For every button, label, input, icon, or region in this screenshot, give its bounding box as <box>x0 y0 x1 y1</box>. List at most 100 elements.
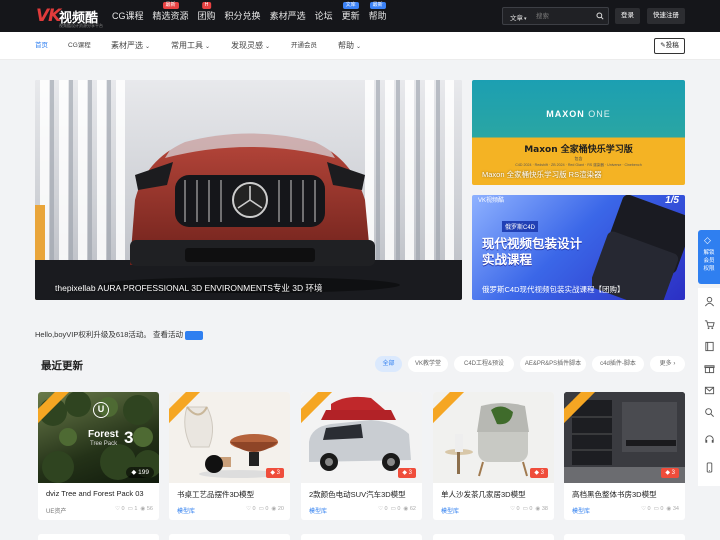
nav-item-points[interactable]: 积分兑换 <box>225 0 261 32</box>
nav-item-updates[interactable]: 更新 文库 <box>342 0 360 32</box>
thumb-subtitle: Tree Pack <box>90 441 118 447</box>
maxon-license-title: Maxon 全家桶快乐学习版 <box>524 145 633 155</box>
card-category[interactable]: UE资产 <box>46 506 66 515</box>
chevron-down-icon: ⌄ <box>356 44 362 50</box>
resource-card-peek <box>301 534 422 540</box>
nav-item-forum[interactable]: 论坛 <box>315 0 333 32</box>
eye-icon: ◉ <box>140 506 146 512</box>
card-title[interactable]: 高档黑色整体书房3D模型 <box>572 489 657 500</box>
card-stats: ♡ 0 ▭ 1 ◉ 56 <box>115 506 153 512</box>
subnav-home[interactable]: 首页 <box>35 32 48 60</box>
search-rail-icon[interactable] <box>704 407 715 418</box>
subnav-vip[interactable]: 开通会员 <box>291 32 317 60</box>
nav-badge: 最新 <box>162 2 179 9</box>
diamond-icon: ◆ <box>131 469 137 476</box>
resource-card[interactable]: ◆ 3 高档黑色整体书房3D模型 模型库 ♡ 0 ▭ 0 ◉ 34 <box>564 392 685 520</box>
resource-card[interactable]: ◆ 3 单人沙发茶几家居3D模型 模型库 ♡ 0 ▭ 0 ◉ 38 <box>433 392 554 520</box>
heart-icon: ♡ <box>115 506 121 512</box>
sub-nav: 首页 CG课程 素材严选 ⌄ 常用工具 ⌄ 发现灵感 ⌄ 开通会员 帮助 ⌄ <box>0 32 720 60</box>
thumb-title: Forest <box>88 429 119 440</box>
user-icon[interactable] <box>704 296 715 307</box>
tab-c4d-plugins[interactable]: c4d插件-脚本 <box>592 356 644 372</box>
subnav-help[interactable]: 帮助 ⌄ <box>338 32 361 61</box>
logo-subtitle: 视频酷设计资源分享平台 <box>59 23 103 28</box>
hero-car-image <box>35 80 462 300</box>
card-title[interactable]: 2款颜色电动SUV汽车3D模型 <box>309 489 406 500</box>
comment-icon: ▭ <box>127 506 133 512</box>
card-title[interactable]: 书桌工艺品摆件3D模型 <box>177 489 254 500</box>
banner-c4d-course[interactable]: VK视频酷 1/5 俄罗斯C4D 现代视频包装设计 实战课程 俄罗斯C4D现代视… <box>472 195 685 300</box>
hero-slide[interactable]: thepixellab AURA PROFESSIONAL 3D ENVIRON… <box>35 80 462 300</box>
card-title[interactable]: 单人沙发茶几家居3D模型 <box>441 489 526 500</box>
comment-icon: ▭ <box>522 506 528 512</box>
diamond-icon: ◇ <box>704 235 711 245</box>
comment-icon: ▭ <box>258 506 264 512</box>
heart-icon: ♡ <box>378 506 384 512</box>
vip-unlock-button[interactable]: ◇ 解锁会员权限 <box>698 230 720 284</box>
tab-all[interactable]: 全部 <box>375 356 402 372</box>
price-badge: ◆ 3 <box>530 468 548 478</box>
comment-icon: ▭ <box>653 506 659 512</box>
eye-icon: ◉ <box>535 506 541 512</box>
nav-item-resources[interactable]: 精选资源 最新 <box>153 0 189 32</box>
resource-card[interactable]: U Forest Tree Pack 3 ◆ 199 dviz Tree and… <box>38 392 159 520</box>
section-title: 最近更新 <box>41 360 83 372</box>
search-input[interactable] <box>536 11 591 22</box>
cart-icon[interactable] <box>704 319 715 330</box>
tab-ae-plugins[interactable]: AE&PR&PS插件脚本 <box>520 356 586 372</box>
heart-icon: ♡ <box>246 506 252 512</box>
card-category[interactable]: 模型库 <box>309 506 327 515</box>
card-thumbnail: ◆ 3 <box>564 392 685 483</box>
maxon-include-list: C4D 2024 · Redshift · ZB 2024 · Red Gian… <box>515 163 642 167</box>
card-stats: ♡ 0 ▭ 0 ◉ 34 <box>641 506 679 512</box>
search-scope-select[interactable]: 文章 <box>510 12 527 22</box>
tab-more[interactable]: 更多 › <box>650 356 685 372</box>
hero-caption: thepixellab AURA PROFESSIONAL 3D ENVIRON… <box>55 283 323 293</box>
chevron-down-icon: ⌄ <box>205 44 211 50</box>
nav-item-selected[interactable]: 素材严选 <box>270 0 306 32</box>
resource-card[interactable]: ◆ 3 2款颜色电动SUV汽车3D模型 模型库 ♡ 0 ▭ 0 ◉ 62 <box>301 392 422 520</box>
resource-card-peek <box>38 534 159 540</box>
notice-bar: Hello,boyVIP权利升级及618活动。 查看活动 <box>35 329 203 340</box>
contribute-button[interactable]: ✎投稿 <box>654 38 685 54</box>
tab-vk-class[interactable]: VK教学堂 <box>408 356 448 372</box>
card-category[interactable]: 模型库 <box>441 506 459 515</box>
subnav-selected[interactable]: 素材严选 ⌄ <box>111 32 150 61</box>
subnav-tools[interactable]: 常用工具 ⌄ <box>171 32 210 61</box>
search-icon[interactable] <box>596 12 604 20</box>
headset-icon[interactable] <box>704 434 715 445</box>
nav-item-group-buy[interactable]: 团购 H <box>198 0 216 32</box>
resource-card[interactable]: ◆ 3 书桌工艺品摆件3D模型 模型库 ♡ 0 ▭ 0 ◉ 20 <box>169 392 290 520</box>
mail-icon[interactable] <box>704 385 715 396</box>
top-nav: CG课程 精选资源 最新 团购 H 积分兑换 素材严选 论坛 更新 文库 帮助 最新 <box>112 0 396 32</box>
card-category[interactable]: 模型库 <box>572 506 590 515</box>
chevron-down-icon: ⌄ <box>265 44 271 50</box>
price-badge: ◆ 3 <box>661 468 679 478</box>
notice-go-button[interactable] <box>184 330 203 340</box>
subnav-cg-course[interactable]: CG课程 <box>68 32 91 60</box>
subnav-inspiration[interactable]: 发现灵感 ⌄ <box>231 32 270 61</box>
price-badge: ◆ 3 <box>398 468 416 478</box>
chevron-down-icon: ⌄ <box>145 44 151 50</box>
login-button[interactable]: 登录 <box>615 8 640 24</box>
card-title[interactable]: dviz Tree and Forest Pack 03 <box>46 489 144 498</box>
phone-icon[interactable] <box>704 462 715 473</box>
card-thumbnail: ◆ 3 <box>301 392 422 483</box>
hot-badge: H <box>201 2 212 9</box>
notice-text[interactable]: Hello,boyVIP权利升级及618活动。 查看活动 <box>35 330 183 339</box>
top-bar: VK 视频酷 视频酷设计资源分享平台 CG课程 精选资源 最新 团购 H 积分兑换 … <box>0 0 720 32</box>
register-button[interactable]: 快速注册 <box>647 8 685 24</box>
nav-item-help[interactable]: 帮助 最新 <box>369 0 387 32</box>
card-stats: ♡ 0 ▭ 0 ◉ 38 <box>510 506 548 512</box>
nav-item-cg-course[interactable]: CG课程 <box>112 0 144 32</box>
maxon-include-label: 包含 <box>574 156 583 161</box>
diamond-icon: ◆ <box>270 470 275 476</box>
site-logo[interactable]: VK 视频酷 视频酷设计资源分享平台 <box>36 6 103 28</box>
card-category[interactable]: 模型库 <box>177 506 195 515</box>
eye-icon: ◉ <box>403 506 409 512</box>
gift-icon[interactable] <box>704 363 715 374</box>
eye-icon: ◉ <box>271 506 277 512</box>
banner-maxon[interactable]: MAXON ONE Maxon 全家桶快乐学习版 包含 C4D 2024 · R… <box>472 80 685 185</box>
tab-c4d-projects[interactable]: C4D工程&预设 <box>454 356 514 372</box>
book-icon[interactable] <box>704 341 715 352</box>
